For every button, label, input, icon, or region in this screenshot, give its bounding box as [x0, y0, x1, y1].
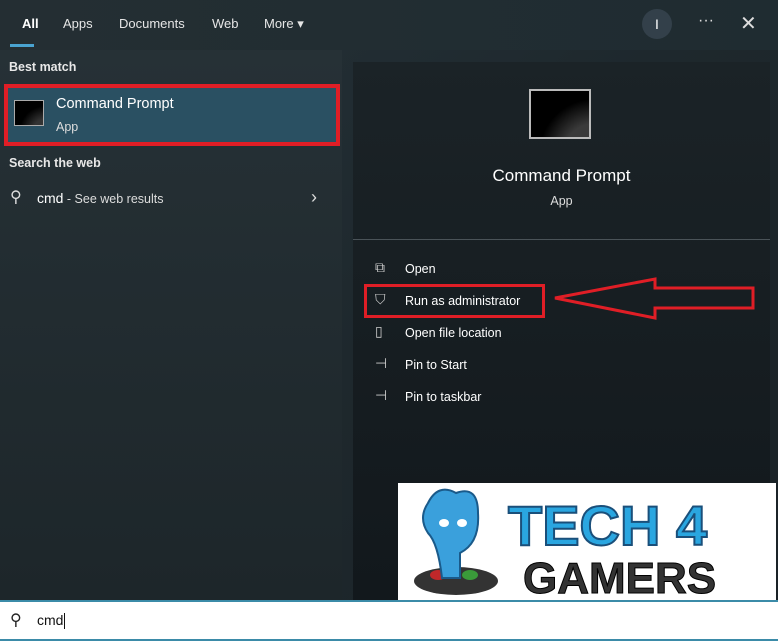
divider	[353, 239, 770, 240]
tab-documents[interactable]: Documents	[119, 16, 185, 31]
chevron-right-icon[interactable]: ›	[311, 187, 317, 208]
search-icon: ⚲	[10, 612, 22, 629]
action-pin-to-taskbar[interactable]: ⊣ Pin to taskbar	[373, 387, 673, 411]
logo-line2: GAMERS	[523, 554, 716, 600]
top-bar: All Apps Documents Web More ▾ I ··· ✕	[0, 0, 778, 50]
action-label: Open	[405, 262, 436, 276]
detail-title: Command Prompt	[492, 166, 631, 185]
best-match-title: Command Prompt	[56, 96, 174, 112]
detail-type: App	[550, 194, 573, 208]
tab-all[interactable]: All	[22, 16, 39, 31]
pin-icon: ⊣	[375, 355, 388, 371]
command-prompt-icon	[14, 100, 44, 126]
action-pin-to-start[interactable]: ⊣ Pin to Start	[373, 355, 673, 379]
active-tab-indicator	[10, 44, 34, 47]
tech4gamers-logo: TECH 4 GAMERS	[398, 483, 776, 600]
web-query: cmd	[37, 190, 64, 206]
avatar[interactable]: I	[642, 9, 672, 39]
mascot-icon: TECH 4 GAMERS	[414, 488, 717, 600]
search-input[interactable]: cmd	[37, 612, 63, 628]
best-match-type: App	[56, 120, 79, 134]
search-bar[interactable]: ⚲ cmd	[0, 600, 778, 641]
folder-icon: ▯	[375, 323, 383, 339]
best-match-item[interactable]: Command Prompt App	[4, 84, 340, 146]
action-label: Pin to Start	[405, 358, 467, 372]
search-web-heading: Search the web	[9, 156, 101, 170]
pin-icon: ⊣	[375, 387, 388, 403]
web-suffix: - See web results	[63, 192, 164, 206]
action-open-file-location[interactable]: ▯ Open file location	[373, 323, 673, 347]
action-label: Open file location	[405, 326, 502, 340]
command-prompt-large-icon	[529, 89, 591, 139]
arrow-annotation	[554, 277, 755, 320]
logo-line1: TECH 4	[508, 494, 707, 557]
close-icon[interactable]: ✕	[740, 11, 757, 36]
highlight-box	[364, 284, 545, 318]
more-options-icon[interactable]: ···	[698, 12, 714, 30]
tab-more[interactable]: More ▾	[264, 16, 304, 32]
search-icon: ⚲	[10, 189, 22, 206]
best-match-heading: Best match	[9, 60, 77, 74]
tab-web[interactable]: Web	[212, 16, 239, 31]
tab-apps[interactable]: Apps	[63, 16, 93, 31]
action-label: Pin to taskbar	[405, 390, 482, 404]
web-result-item[interactable]: ⚲ cmd - See web results ›	[0, 185, 340, 213]
text-caret	[64, 613, 66, 630]
open-icon: ⧉	[375, 259, 385, 275]
